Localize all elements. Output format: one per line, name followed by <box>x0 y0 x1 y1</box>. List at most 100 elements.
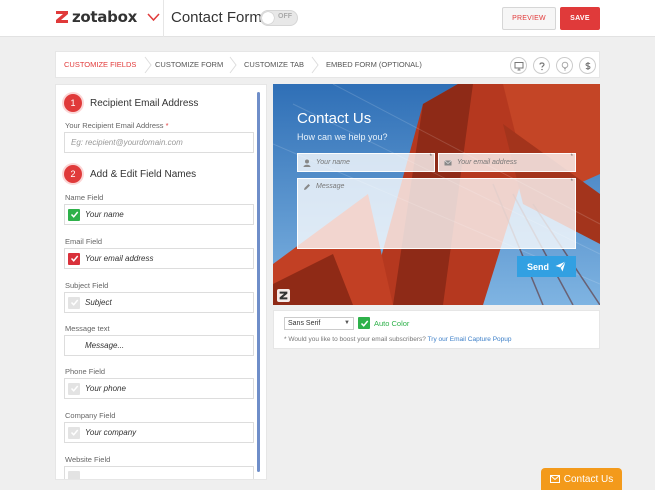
send-button[interactable]: Send <box>517 256 576 277</box>
check-icon <box>70 299 78 306</box>
font-family-select[interactable]: Sans Serif ▼ <box>284 317 354 330</box>
save-button[interactable]: SAVE <box>560 7 600 30</box>
desktop-icon[interactable] <box>510 57 527 74</box>
step-number-badge: 1 <box>64 94 82 112</box>
chevron-right-icon <box>144 56 152 74</box>
section-field-names: 2 Add & Edit Field Names <box>64 165 196 183</box>
check-icon <box>70 255 78 262</box>
status-toggle[interactable]: OFF <box>260 10 298 26</box>
section-title: Add & Edit Field Names <box>90 168 197 180</box>
website-field-label: Website Field <box>65 455 111 464</box>
email-placeholder: Your email address <box>457 159 517 166</box>
subject-field-label: Subject Field <box>65 281 109 290</box>
user-icon <box>303 159 311 167</box>
message-field-input[interactable]: Message... <box>64 335 254 356</box>
section-recipient: 1 Recipient Email Address <box>64 94 198 112</box>
zotabox-logo-icon <box>56 11 68 23</box>
check-icon <box>70 429 78 436</box>
lightbulb-icon[interactable] <box>556 57 573 74</box>
font-family-value: Sans Serif <box>288 320 321 327</box>
website-field-input[interactable] <box>64 466 254 479</box>
recipient-email-input[interactable]: Eg: recipient@yourdomain.com <box>64 132 254 153</box>
form-options: Sans Serif ▼ Auto Color * Would you like… <box>273 310 600 349</box>
name-field-label: Name Field <box>65 193 104 202</box>
toggle-label: OFF <box>278 13 292 20</box>
check-icon <box>70 385 78 392</box>
email-field-input[interactable]: Your email address <box>64 248 254 269</box>
recipient-email-placeholder: Eg: recipient@yourdomain.com <box>71 138 183 147</box>
name-placeholder: Your name <box>316 159 350 166</box>
contact-us-tab[interactable]: Contact Us <box>541 468 622 490</box>
email-field-checkbox[interactable] <box>68 252 80 265</box>
check-icon <box>360 320 368 327</box>
company-field-label: Company Field <box>65 411 116 420</box>
step-embed-form[interactable]: EMBED FORM (OPTIONAL) <box>326 60 422 69</box>
panel-scrollbar[interactable] <box>257 92 260 472</box>
preview-message-textarea[interactable]: Message * <box>297 178 576 249</box>
step-customize-fields[interactable]: CUSTOMIZE FIELDS <box>64 60 136 69</box>
message-field-value: Message... <box>85 341 125 350</box>
step-customize-tab[interactable]: CUSTOMIZE TAB <box>244 60 304 69</box>
zotabox-logo-icon <box>279 291 288 300</box>
preview-title: Contact Us <box>297 110 372 127</box>
brand-name: zotabox <box>72 8 137 26</box>
required-mark: * <box>570 179 573 185</box>
top-bar: zotabox Contact Form OFF PREVIEW SAVE <box>0 0 655 37</box>
required-mark: * <box>570 154 573 160</box>
auto-color-checkbox[interactable] <box>358 317 370 329</box>
email-field-value: Your email address <box>85 254 154 263</box>
paper-plane-icon <box>555 261 566 272</box>
fields-panel: 1 Recipient Email Address Your Recipient… <box>55 84 267 480</box>
send-button-label: Send <box>526 261 549 272</box>
dollar-icon[interactable] <box>579 57 596 74</box>
chevron-down-icon[interactable] <box>147 12 160 22</box>
help-icon[interactable] <box>533 57 550 74</box>
required-mark: * <box>429 154 432 160</box>
email-capture-link[interactable]: Try our Email Capture Popup <box>428 336 512 343</box>
phone-field-checkbox[interactable] <box>68 382 80 395</box>
message-placeholder: Message <box>316 183 345 190</box>
check-icon <box>70 211 78 218</box>
envelope-icon <box>444 159 452 165</box>
recipient-email-label-text: Your Recipient Email Address <box>65 121 164 130</box>
subject-field-checkbox[interactable] <box>68 296 80 309</box>
form-preview: Contact Us How can we help you? Your nam… <box>273 84 600 305</box>
contact-us-tab-label: Contact Us <box>563 473 614 485</box>
company-field-input[interactable]: Your company <box>64 422 254 443</box>
zotabox-badge-icon[interactable] <box>277 289 290 302</box>
name-field-input[interactable]: Your name <box>64 204 254 225</box>
company-field-checkbox[interactable] <box>68 426 80 439</box>
preview-name-input[interactable]: Your name * <box>297 153 435 172</box>
recipient-email-label: Your Recipient Email Address * <box>65 121 169 130</box>
phone-field-value: Your phone <box>85 384 126 393</box>
phone-field-input[interactable]: Your phone <box>64 378 254 399</box>
preview-subtitle: How can we help you? <box>297 132 388 142</box>
email-field-label: Email Field <box>65 237 103 246</box>
pencil-icon <box>304 184 310 190</box>
section-title: Recipient Email Address <box>90 97 199 109</box>
step-number-badge: 2 <box>64 165 82 183</box>
brand-logo[interactable]: zotabox <box>55 8 160 26</box>
message-field-checkbox <box>68 340 80 352</box>
message-field-label: Message text <box>65 324 110 333</box>
company-field-value: Your company <box>85 428 137 437</box>
promo-note: * Would you like to boost your email sub… <box>284 336 512 343</box>
subject-field-value: Subject <box>85 298 112 307</box>
auto-color-label: Auto Color <box>374 319 410 328</box>
dropdown-arrow-icon: ▼ <box>344 320 350 326</box>
name-field-checkbox[interactable] <box>68 208 80 221</box>
name-field-value: Your name <box>85 210 124 219</box>
preview-button[interactable]: PREVIEW <box>502 7 556 30</box>
subject-field-input[interactable]: Subject <box>64 292 254 313</box>
chevron-right-icon <box>311 56 319 74</box>
step-customize-form[interactable]: CUSTOMIZE FORM <box>155 60 223 69</box>
page-title: Contact Form <box>171 9 262 26</box>
divider <box>163 0 164 37</box>
required-mark: * <box>165 121 169 130</box>
step-navigation: CUSTOMIZE FIELDS CUSTOMIZE FORM CUSTOMIZ… <box>55 51 600 78</box>
phone-field-label: Phone Field <box>65 367 106 376</box>
preview-email-input[interactable]: Your email address * <box>438 153 576 172</box>
toggle-knob <box>262 12 274 24</box>
chevron-right-icon <box>229 56 237 74</box>
website-field-checkbox[interactable] <box>68 470 80 479</box>
